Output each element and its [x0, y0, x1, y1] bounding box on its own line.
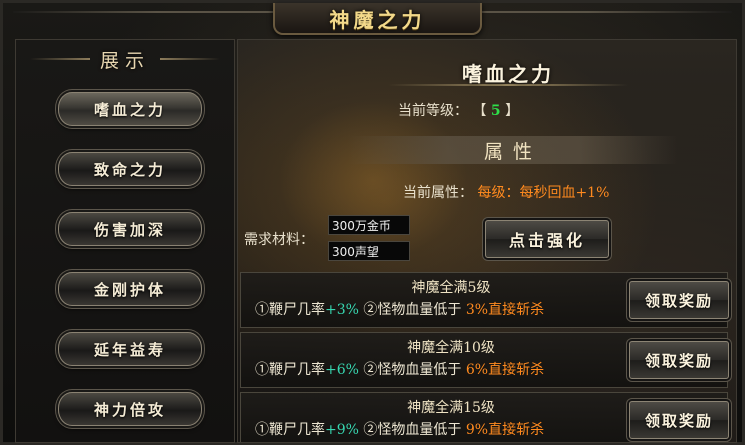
reward-part2: ②怪物血量低于 [363, 422, 462, 438]
sidebar-item-longevity[interactable]: 延年益寿 [58, 332, 202, 366]
reward-part1: ①鞭尸几率 [255, 362, 325, 378]
material-prestige: 300声望 [328, 241, 410, 261]
skill-title: 嗜血之力 [462, 62, 554, 86]
sidebar-item-label: 延年益寿 [93, 340, 166, 359]
reward-value1: +3% [325, 302, 359, 318]
section-title: 属性 [483, 140, 542, 163]
claim-button-label: 领取奖励 [644, 291, 713, 310]
claim-reward-button[interactable]: 领取奖励 [629, 341, 729, 379]
material-label: 需求材料： [244, 232, 314, 248]
reward-part1: ①鞭尸几率 [255, 422, 325, 438]
level-bracket-close: 】 [505, 103, 520, 119]
main-panel: 嗜血之力 当前等级： 【 5 】 属性 当前属性： 每级：每秒回血+1% 需求材… [237, 39, 737, 443]
reward-title: 神魔全满10级 [407, 340, 495, 356]
level-value: 5 [490, 103, 501, 119]
current-attribute-row: 当前属性： 每级：每秒回血+1% [403, 182, 733, 202]
window-title-plate: 神魔之力 [273, 3, 482, 35]
sidebar-item-label: 嗜血之力 [93, 100, 166, 119]
sidebar: 展示 嗜血之力 致命之力 伤害加深 金刚护体 延年益寿 神力倍攻 [15, 39, 235, 443]
reward-value2: 9%直接斩杀 [465, 422, 545, 438]
sidebar-item-label: 神力倍攻 [93, 400, 166, 419]
claim-button-label: 领取奖励 [644, 351, 713, 370]
sidebar-item-divine-attack[interactable]: 神力倍攻 [58, 392, 202, 426]
reward-value1: +6% [325, 362, 359, 378]
reward-title: 神魔全满5级 [411, 280, 491, 296]
reward-description: ①鞭尸几率+3% ②怪物血量低于 3%直接斩杀 [255, 299, 635, 319]
sidebar-item-label: 致命之力 [93, 160, 166, 179]
sidebar-item-damage-boost[interactable]: 伤害加深 [58, 212, 202, 246]
attribute-value: 每级：每秒回血+1% [477, 185, 610, 201]
sidebar-item-vajra-body[interactable]: 金刚护体 [58, 272, 202, 306]
reward-part1: ①鞭尸几率 [255, 302, 325, 318]
current-level-row: 当前等级： 【 5 】 [398, 100, 638, 120]
reward-title: 神魔全满15级 [407, 400, 495, 416]
level-label: 当前等级： [398, 103, 468, 119]
enhance-button-label: 点击强化 [508, 231, 585, 250]
sidebar-header: 展示 [24, 42, 226, 76]
reward-description: ①鞭尸几率+9% ②怪物血量低于 9%直接斩杀 [255, 419, 635, 439]
window-title: 神魔之力 [329, 7, 426, 32]
claim-reward-button[interactable]: 领取奖励 [629, 281, 729, 319]
window-frame: 神魔之力 展示 嗜血之力 致命之力 伤害加深 金刚护体 延年益寿 神力倍攻 嗜血… [0, 0, 745, 445]
reward-card: 神魔全满15级 ①鞭尸几率+9% ②怪物血量低于 9%直接斩杀 领取奖励 [240, 392, 729, 442]
claim-reward-button[interactable]: 领取奖励 [629, 401, 729, 439]
reward-card: 神魔全满10级 ①鞭尸几率+6% ②怪物血量低于 6%直接斩杀 领取奖励 [240, 332, 729, 388]
claim-button-label: 领取奖励 [644, 411, 713, 430]
reward-description: ①鞭尸几率+6% ②怪物血量低于 6%直接斩杀 [255, 359, 635, 379]
sidebar-header-label: 展示 [99, 49, 150, 72]
reward-value1: +9% [325, 422, 359, 438]
attribute-section-header: 属性 [348, 136, 678, 164]
reward-part2: ②怪物血量低于 [363, 362, 462, 378]
sidebar-item-label: 金刚护体 [93, 280, 166, 299]
enhance-button[interactable]: 点击强化 [485, 220, 609, 258]
reward-part2: ②怪物血量低于 [363, 302, 462, 318]
sidebar-item-lethal[interactable]: 致命之力 [58, 152, 202, 186]
reward-value2: 6%直接斩杀 [465, 362, 545, 378]
material-gold: 300万金币 [328, 215, 410, 235]
sidebar-item-bloodlust[interactable]: 嗜血之力 [58, 92, 202, 126]
reward-value2: 3%直接斩杀 [465, 302, 545, 318]
sidebar-item-label: 伤害加深 [93, 220, 166, 239]
reward-card: 神魔全满5级 ①鞭尸几率+3% ②怪物血量低于 3%直接斩杀 领取奖励 [240, 272, 729, 328]
level-bracket-open: 【 [472, 103, 487, 119]
attribute-label: 当前属性： [403, 185, 473, 201]
